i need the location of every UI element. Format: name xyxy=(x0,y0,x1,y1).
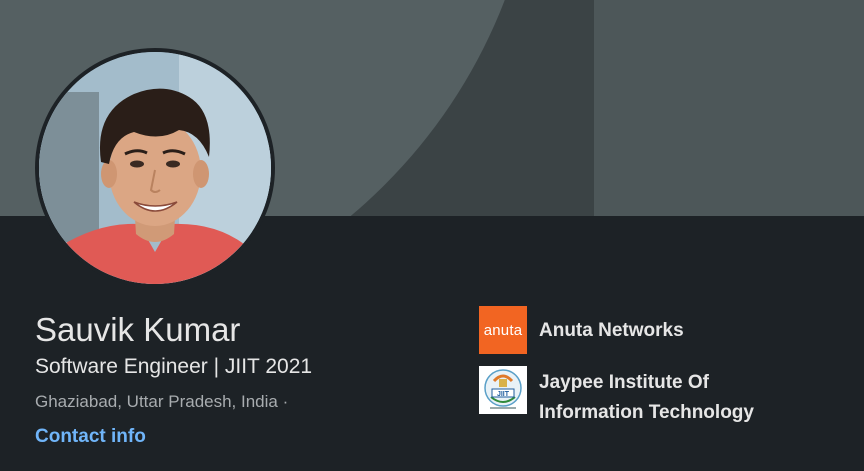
jiit-logo: JIIT xyxy=(479,366,527,414)
anuta-networks-logo: anuta xyxy=(479,306,527,354)
company-name: Anuta Networks xyxy=(539,320,684,341)
contact-info-link[interactable]: Contact info xyxy=(35,426,146,448)
anuta-logo-text: anuta xyxy=(483,321,523,339)
education-jiit[interactable]: JIIT Jaypee Institute Of Information Tec… xyxy=(479,366,799,428)
profile-location: Ghaziabad, Uttar Pradesh, India · xyxy=(35,392,289,411)
school-name: Jaypee Institute Of Information Technolo… xyxy=(539,372,754,423)
avatar-illustration xyxy=(39,52,271,284)
jiit-logo-text: JIIT xyxy=(497,391,510,398)
profile-headline: Software Engineer | JIIT 2021 xyxy=(35,355,313,378)
profile-name: Sauvik Kumar xyxy=(35,311,241,348)
profile-card: Sauvik Kumar Software Engineer | JIIT 20… xyxy=(0,0,864,471)
current-company-anuta-networks[interactable]: anuta Anuta Networks xyxy=(479,306,799,354)
profile-photo[interactable] xyxy=(35,48,275,288)
jiit-seal-icon: JIIT xyxy=(484,369,522,409)
banner-panel-shape xyxy=(594,0,864,216)
